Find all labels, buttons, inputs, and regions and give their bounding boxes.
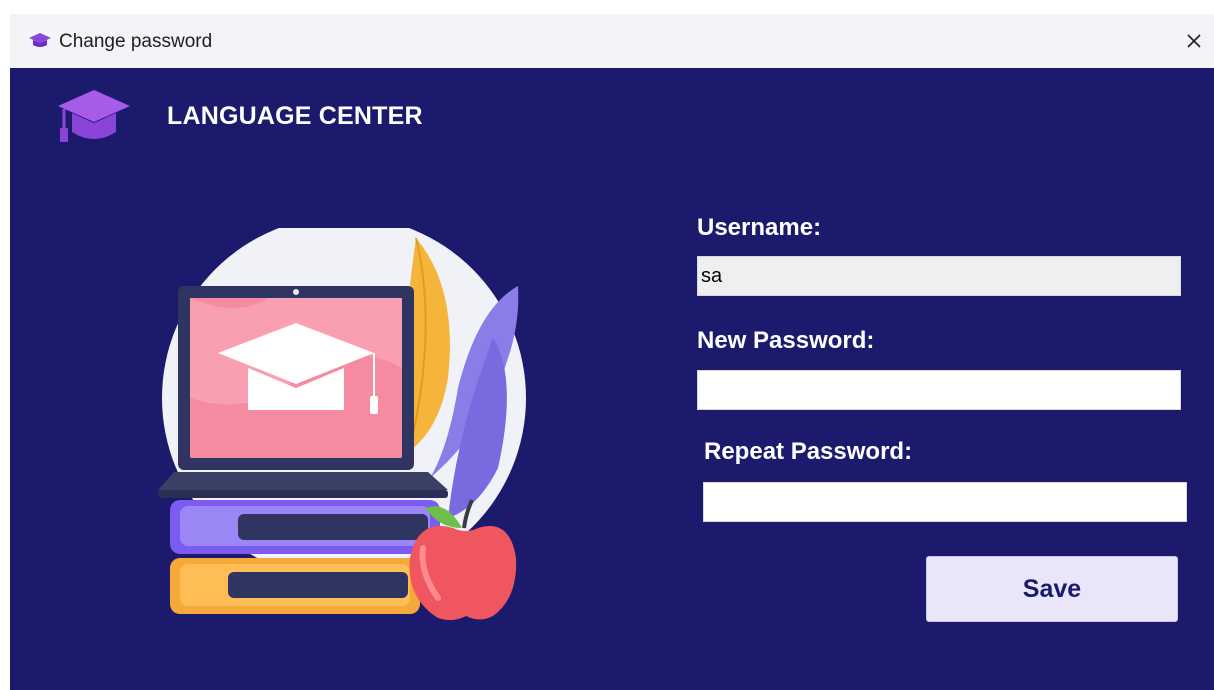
change-password-window: Change password LANGUAGE CENTER Username… xyxy=(10,14,1214,690)
graduation-cap-icon xyxy=(58,90,130,142)
graduation-cap-icon xyxy=(29,33,51,47)
username-field[interactable] xyxy=(697,256,1181,296)
brand-name: LANGUAGE CENTER xyxy=(167,102,423,130)
save-button[interactable]: Save xyxy=(926,556,1178,622)
laptop-books-illustration xyxy=(158,228,526,620)
new-password-field[interactable] xyxy=(697,370,1181,410)
title-bar: Change password xyxy=(10,14,1214,68)
username-label: Username: xyxy=(697,214,822,241)
close-button[interactable] xyxy=(1174,14,1214,68)
window-title: Change password xyxy=(59,31,213,52)
form-area: LANGUAGE CENTER Username: sa New Passwor… xyxy=(10,68,1214,690)
new-password-label: New Password: xyxy=(697,327,875,354)
close-icon xyxy=(1187,34,1201,48)
repeat-password-label: Repeat Password: xyxy=(704,438,913,465)
repeat-password-field[interactable] xyxy=(703,482,1187,522)
